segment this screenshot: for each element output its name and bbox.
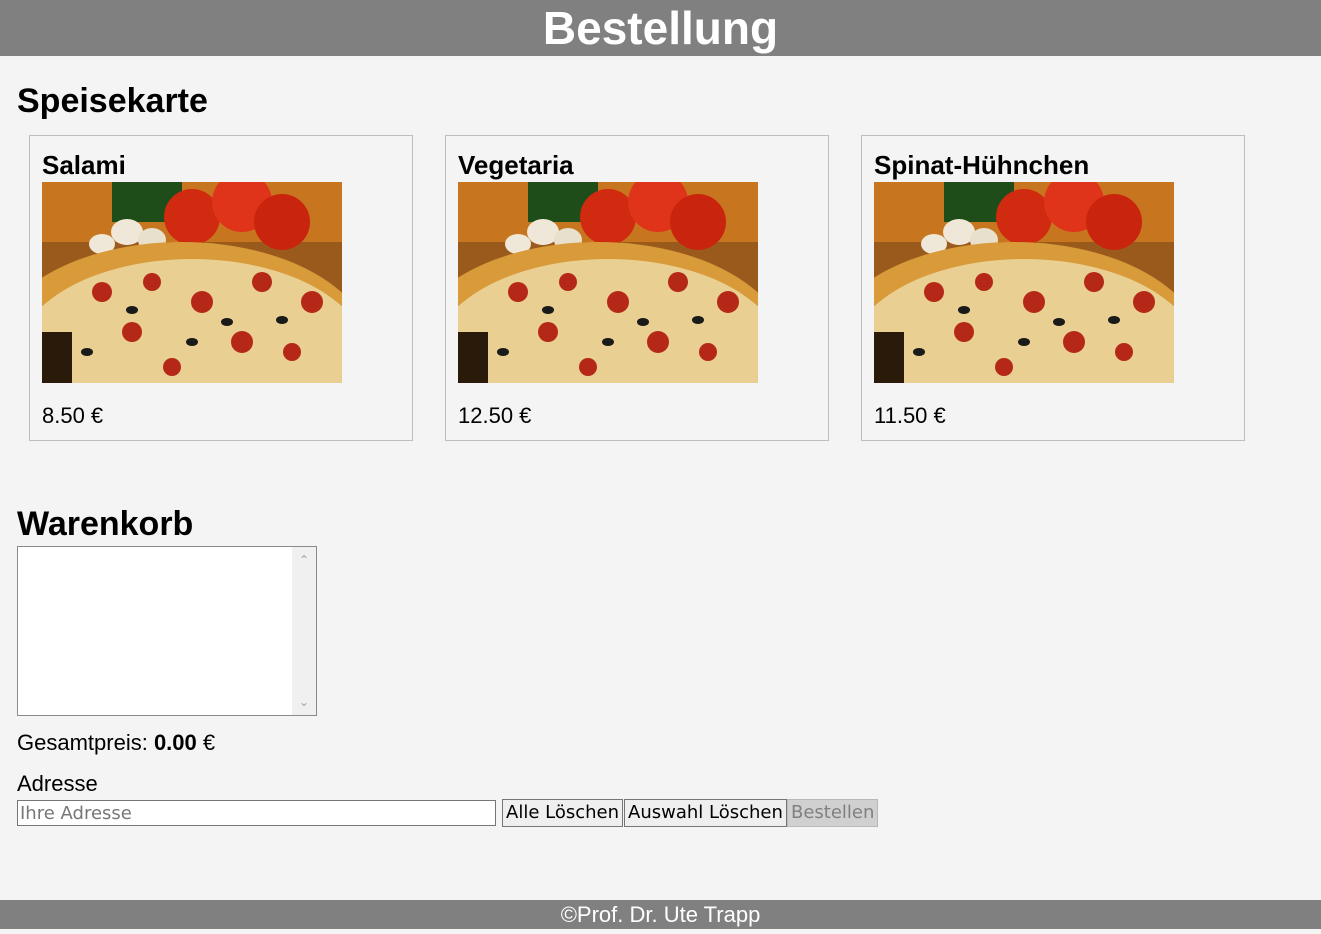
menu-item-price: 12.50 €	[458, 403, 532, 428]
order-button[interactable]: Bestellen	[787, 799, 879, 827]
menu-item-spinat-huehnchen[interactable]: Spinat-Hühnchen 11.50 €	[861, 135, 1245, 441]
total-price-label: Gesamtpreis:	[17, 730, 154, 755]
menu-item-price: 8.50 €	[42, 403, 104, 428]
delete-selection-button[interactable]: Auswahl Löschen	[624, 799, 787, 827]
cart-listbox[interactable]: ⌃ ⌄	[17, 546, 317, 716]
page-footer: ©Prof. Dr. Ute Trapp	[0, 900, 1321, 929]
page-title: Bestellung	[542, 2, 779, 54]
cart-scrollbar[interactable]: ⌃ ⌄	[292, 547, 316, 715]
total-price-currency: €	[196, 730, 216, 755]
cart-section-title: Warenkorb	[17, 505, 194, 543]
page-header: Bestellung	[0, 0, 1321, 56]
menu-item-salami[interactable]: Salami 8.50 €	[29, 135, 413, 441]
menu-item-name: Spinat-Hühnchen	[874, 150, 1090, 180]
menu-item-price: 11.50 €	[874, 403, 946, 428]
footer-copyright: ©Prof. Dr. Ute Trapp	[560, 902, 761, 927]
address-input[interactable]	[17, 800, 496, 826]
total-price-value: 0.00	[153, 730, 197, 755]
scroll-up-icon[interactable]: ⌃	[298, 554, 310, 566]
menu-section-title: Speisekarte	[17, 82, 208, 120]
delete-all-button[interactable]: Alle Löschen	[502, 799, 624, 827]
menu-item-vegetaria[interactable]: Vegetaria 12.50 €	[445, 135, 829, 441]
menu-item-name: Salami	[42, 150, 126, 180]
total-price: Gesamtpreis: 0.00 €	[17, 729, 215, 757]
address-label: Adresse	[17, 771, 98, 796]
scroll-down-icon[interactable]: ⌄	[298, 696, 310, 708]
pizza-image[interactable]	[458, 182, 758, 383]
menu-item-name: Vegetaria	[458, 150, 574, 180]
pizza-image[interactable]	[874, 182, 1174, 383]
pizza-image[interactable]	[42, 182, 342, 383]
